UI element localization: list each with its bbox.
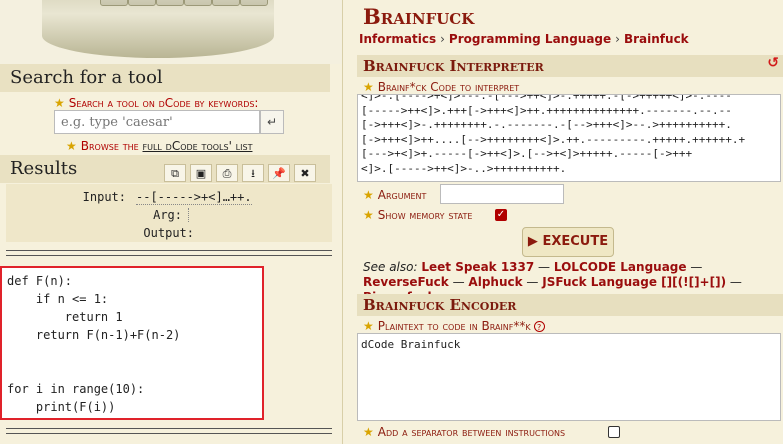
help-icon[interactable]: ? <box>533 321 545 332</box>
breadcrumb-programming-language[interactable]: Programming Language <box>449 32 611 46</box>
cryptex-ring: E <box>184 0 212 6</box>
code-line: [->+++<]>++....[-->++++++++<]>.++.------… <box>361 132 746 146</box>
cryptex-ring: T <box>100 0 128 6</box>
see-also-link[interactable]: Alphuck <box>468 275 522 289</box>
star-icon: ★ <box>54 96 65 110</box>
star-icon: ★ <box>363 188 374 202</box>
code-line: [->+++<]>-.++++++++.-.-------.-[-->+++<]… <box>361 118 732 132</box>
cryptex-image: T E R E C D <box>42 0 274 58</box>
browse-tools-line: ★ Browse the full dCode tools' list <box>66 139 253 153</box>
code-line: return 1 <box>7 310 123 324</box>
plaintext-textarea[interactable]: dCode Brainfuck <box>357 333 781 421</box>
page-title: Brainfuck <box>363 4 475 29</box>
cryptex-ring: E <box>128 0 156 6</box>
code-line: <]>.[----->++<]>-..>++++++++++. <box>361 161 567 175</box>
main-panel: Brainfuck Informatics › Programming Langua… <box>343 0 783 444</box>
python-code-snippet: def F(n): if n <= 1: return 1 return F(n… <box>0 266 264 420</box>
code-line: def F(n): <box>7 274 73 288</box>
results-toolbar: ⧉ ▣ ⎙ ⭳ 📌 ✖ <box>160 158 316 186</box>
results-box: Input: --[----->+<]…++. Arg: Output: <box>6 184 332 242</box>
output-label: Output: <box>143 226 194 240</box>
input-value: --[----->+<]…++. <box>136 190 252 205</box>
code-line: print(F(i)) <box>7 400 116 414</box>
see-also-label: See also: <box>363 260 418 274</box>
download-icon[interactable]: ⭳ <box>242 164 264 182</box>
star-icon: ★ <box>363 319 374 333</box>
code-line: [--->+<]>+.-----[->++<]>.[-->+<]>+++++.-… <box>361 147 693 161</box>
close-icon[interactable]: ✖ <box>294 164 316 182</box>
star-icon: ★ <box>363 425 374 439</box>
plaintext-label: ★ Plaintext to code in Brainf**k? <box>363 319 545 333</box>
cryptex-ring: R <box>156 0 184 6</box>
separator-label: ★ Add a separator between instructions <box>363 425 566 439</box>
encoder-heading: Brainfuck Encoder <box>357 294 783 316</box>
arg-label: Arg: <box>153 208 182 222</box>
code-line: if n <= 1: <box>7 292 109 306</box>
results-heading: Results ⧉ ▣ ⎙ ⭳ 📌 ✖ <box>0 155 330 183</box>
search-heading: Search for a tool <box>0 64 330 92</box>
see-also-link[interactable]: ReverseFuck <box>363 275 449 289</box>
code-line: <]>-.[---->+<]>---.-[--->++<]>-.+++++.-[… <box>361 94 732 102</box>
code-to-interpret-label: ★ Brainf*ck Code to interpret <box>363 80 520 94</box>
save-icon[interactable]: ▣ <box>190 164 212 182</box>
argument-label: ★ Argument <box>363 188 427 202</box>
code-line: for i in range(10): <box>7 382 145 396</box>
execute-button[interactable]: ▶ EXECUTE <box>522 227 614 257</box>
star-icon: ★ <box>363 80 374 94</box>
argument-input[interactable] <box>440 184 564 204</box>
interpreter-heading: Brainfuck Interpreter ↺ <box>357 55 783 77</box>
search-submit-button[interactable]: ↵ <box>260 110 284 134</box>
brainfuck-code-textarea[interactable]: <]>-.[---->+<]>---.-[--->++<]>-.+++++.-[… <box>357 94 781 182</box>
see-also-link[interactable]: LOLCODE Language <box>554 260 687 274</box>
bottom-divider <box>6 428 332 434</box>
input-label: Input: <box>82 190 126 204</box>
left-panel: T E R E C D Search for a tool ★Search a … <box>0 0 343 444</box>
cryptex-ring: D <box>240 0 268 6</box>
print-icon[interactable]: ⎙ <box>216 164 238 182</box>
interpreter-title: Brainfuck Interpreter <box>363 57 544 75</box>
plaintext-value: dCode Brainfuck <box>361 338 461 351</box>
see-also-link[interactable]: Leet Speak 1337 <box>421 260 534 274</box>
separator-checkbox[interactable] <box>608 426 620 438</box>
results-divider <box>6 250 332 256</box>
star-icon: ★ <box>363 208 374 222</box>
breadcrumb-brainfuck[interactable]: Brainfuck <box>624 32 689 46</box>
see-also-link[interactable]: JSFuck Language [][(![]+[]) <box>542 275 726 289</box>
arg-value <box>188 208 189 222</box>
breadcrumb: Informatics › Programming Language › Brainfu… <box>359 32 689 46</box>
dcode-banner: T E R E C D <box>0 0 342 64</box>
pin-icon[interactable]: 📌 <box>268 164 290 182</box>
results-title: Results <box>10 158 78 179</box>
refresh-icon[interactable]: ↺ <box>767 55 779 71</box>
code-line: [----->++<]>.+++[->+++<]>++.++++++++++++… <box>361 103 732 117</box>
memory-state-label: ★ Show memory state <box>363 208 473 222</box>
star-icon: ★ <box>66 139 77 153</box>
memory-state-checkbox[interactable]: ✓ <box>495 209 507 221</box>
code-line: return F(n-1)+F(n-2) <box>7 328 181 342</box>
search-row: ↵ <box>54 110 284 134</box>
copy-icon[interactable]: ⧉ <box>164 164 186 182</box>
cryptex-ring: C <box>212 0 240 6</box>
breadcrumb-informatics[interactable]: Informatics <box>359 32 436 46</box>
search-input[interactable] <box>54 110 260 134</box>
browse-tools-link[interactable]: full dCode tools' list <box>143 139 253 153</box>
search-by-keywords-label: ★ Search a tool on dCode by keywords: <box>54 96 259 110</box>
